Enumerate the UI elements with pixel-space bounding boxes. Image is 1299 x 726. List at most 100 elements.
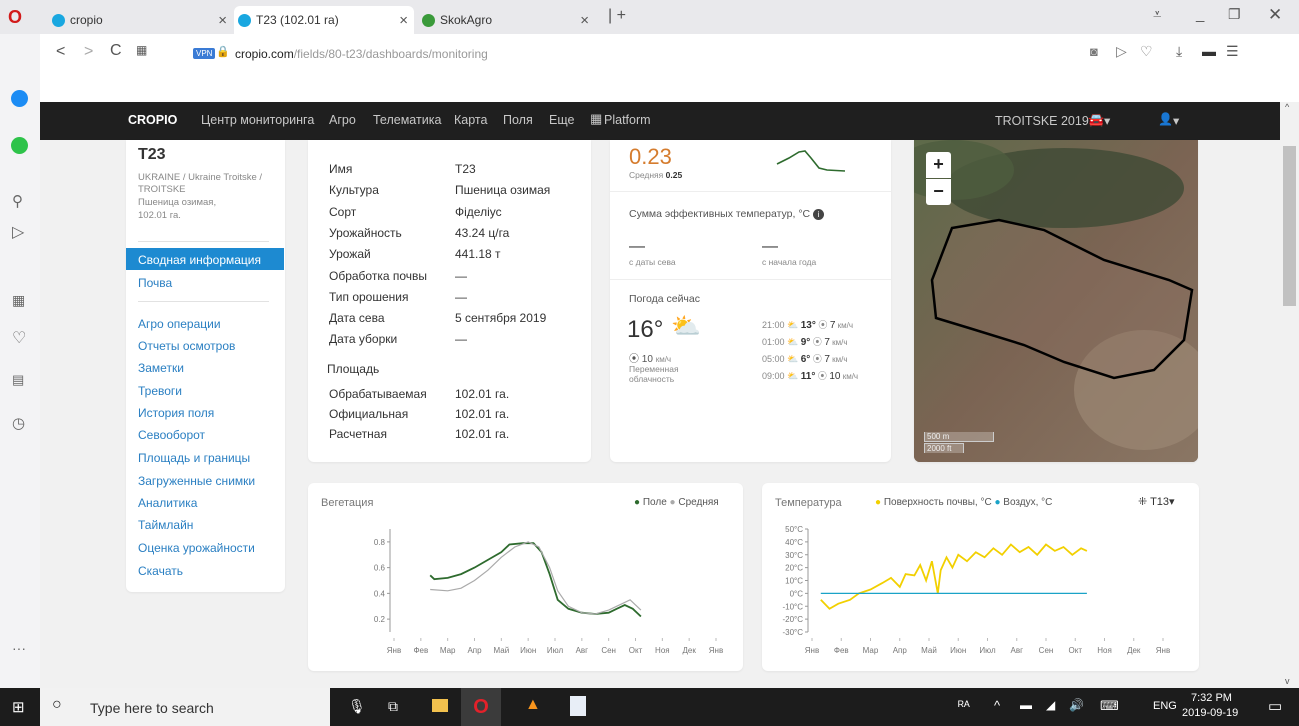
nav-telematics[interactable]: Телематика bbox=[373, 113, 441, 127]
speed-dial-icon[interactable]: ▦ bbox=[12, 292, 25, 309]
tray-chevron-icon[interactable]: ^ bbox=[994, 698, 1000, 713]
menu-timeline[interactable]: Таймлайн bbox=[138, 518, 193, 532]
menu-soil[interactable]: Почва bbox=[138, 276, 172, 290]
nav-more[interactable]: Еще bbox=[549, 113, 574, 127]
nav-agro[interactable]: Агро bbox=[329, 113, 356, 127]
info-label: Дата уборки bbox=[329, 332, 398, 347]
notifications-icon[interactable]: ▭ bbox=[1268, 697, 1282, 715]
app-icon[interactable] bbox=[570, 696, 586, 716]
car-dropdown[interactable]: ▾ bbox=[1104, 113, 1110, 128]
download-icon[interactable]: ⤓ bbox=[1176, 43, 1182, 60]
app-nav-bar: CROPIO Центр мониторинга Агро Телематика… bbox=[40, 102, 1280, 140]
send-icon[interactable]: ▷ bbox=[12, 222, 24, 242]
close-tab-icon[interactable]: × bbox=[218, 12, 227, 29]
network-icon[interactable]: ◢ bbox=[1046, 698, 1055, 712]
close-tab-icon[interactable]: × bbox=[580, 12, 589, 29]
divider bbox=[610, 279, 891, 280]
field-map[interactable]: + − 500 m 2000 ft bbox=[914, 140, 1198, 462]
platform-grid-icon[interactable]: ▦ bbox=[590, 111, 602, 127]
file-explorer-icon[interactable] bbox=[432, 699, 448, 712]
whatsapp-icon[interactable] bbox=[11, 137, 28, 154]
car-icon[interactable]: 🚘 bbox=[1088, 112, 1104, 128]
season-selector[interactable]: TROITSKE 2019 ▾ bbox=[995, 113, 1099, 128]
menu-download[interactable]: Скачать bbox=[138, 564, 183, 578]
user-dropdown[interactable]: ▾ bbox=[1173, 113, 1179, 128]
news-icon[interactable]: ▤ bbox=[12, 372, 24, 388]
history-icon[interactable]: ◷ bbox=[12, 414, 25, 432]
messenger-icon[interactable] bbox=[11, 90, 28, 107]
send-icon[interactable]: ▷ bbox=[1116, 43, 1127, 60]
search-icon[interactable]: ⚲ bbox=[12, 192, 23, 210]
menu-alerts[interactable]: Тревоги bbox=[138, 384, 182, 398]
ndvi-avg-label: Средняя bbox=[629, 170, 664, 180]
nav-map[interactable]: Карта bbox=[454, 113, 487, 127]
clock-time[interactable]: 7:32 PM bbox=[1191, 692, 1232, 704]
tab-menu-icon[interactable]: ⩡ bbox=[1153, 6, 1161, 23]
scroll-down-icon[interactable]: v bbox=[1285, 676, 1290, 686]
menu-uploaded-images[interactable]: Загруженные снимки bbox=[138, 474, 255, 488]
url-field[interactable]: cropio.com/fields/80-t23/dashboards/moni… bbox=[235, 47, 488, 61]
tab-skokagro[interactable]: SkokAgro × bbox=[422, 6, 597, 34]
cropio-logo[interactable]: CROPIO bbox=[128, 113, 177, 127]
menu-agro-ops[interactable]: Агро операции bbox=[138, 317, 221, 331]
heart-icon[interactable]: ♡ bbox=[1140, 43, 1153, 60]
language-indicator[interactable]: ENG bbox=[1153, 700, 1177, 712]
more-icon[interactable]: ··· bbox=[12, 640, 26, 656]
vpn-badge[interactable]: VPN bbox=[193, 48, 216, 59]
camera-icon[interactable]: ◙ bbox=[1090, 44, 1098, 59]
taskbar-search[interactable]: ○ Type here to search bbox=[40, 688, 330, 726]
new-tab-icon[interactable]: | + bbox=[608, 7, 626, 25]
ndvi-sparkline-line bbox=[776, 150, 846, 172]
nav-fields[interactable]: Поля bbox=[503, 113, 533, 127]
keyboard-icon[interactable]: ⌨ bbox=[1100, 698, 1119, 714]
x-tick-label: Окт bbox=[1069, 646, 1083, 655]
close-window-icon[interactable]: ✕ bbox=[1268, 5, 1282, 25]
menu-field-history[interactable]: История поля bbox=[138, 406, 214, 420]
user-icon[interactable]: 👤 bbox=[1158, 112, 1173, 126]
reload-icon[interactable]: C bbox=[110, 42, 122, 60]
battery-icon[interactable]: ▬ bbox=[1202, 43, 1216, 59]
heart-icon[interactable]: ♡ bbox=[12, 328, 26, 348]
volume-icon[interactable]: 🔊 bbox=[1069, 698, 1084, 712]
speed-dial-icon[interactable]: ▦ bbox=[136, 43, 147, 57]
menu-summary-active[interactable]: Сводная информация bbox=[126, 248, 284, 270]
mic-icon[interactable]: 🎙 bbox=[348, 698, 366, 715]
info-value: T23 bbox=[455, 162, 476, 176]
menu-analytics[interactable]: Аналитика bbox=[138, 496, 197, 510]
info-value: — bbox=[455, 289, 467, 304]
zoom-in-button[interactable]: + bbox=[926, 152, 951, 178]
task-view-icon[interactable]: ⧉ bbox=[388, 698, 398, 715]
legend-air: Воздух, °С bbox=[1003, 497, 1053, 508]
tab-t23[interactable]: T23 (102.01 ra) × bbox=[234, 6, 414, 34]
nav-monitoring[interactable]: Центр мониторинга bbox=[201, 113, 314, 127]
menu-notes[interactable]: Заметки bbox=[138, 361, 184, 375]
info-value: 43.24 ц/га bbox=[455, 225, 510, 240]
station-selector[interactable]: ⁜ T13▾ bbox=[1138, 495, 1175, 508]
windows-start-icon[interactable]: ⊞ bbox=[12, 698, 25, 716]
close-tab-icon[interactable]: × bbox=[399, 12, 408, 29]
clock-date[interactable]: 2019-09-19 bbox=[1182, 707, 1238, 719]
vlc-icon[interactable]: ▲ bbox=[525, 696, 541, 714]
scroll-up-icon[interactable]: ^ bbox=[1285, 102, 1289, 112]
opera-taskbar-icon[interactable]: O bbox=[461, 688, 501, 726]
menu-area-bounds[interactable]: Площадь и границы bbox=[138, 451, 250, 465]
page-scrollbar[interactable]: ^ v bbox=[1280, 102, 1299, 688]
menu-inspections[interactable]: Отчеты осмотров bbox=[138, 339, 235, 353]
minimize-icon[interactable]: _ bbox=[1196, 6, 1204, 23]
scroll-thumb[interactable] bbox=[1283, 146, 1296, 306]
info-icon[interactable]: i bbox=[813, 209, 825, 220]
legend-field-dot: ● bbox=[634, 497, 641, 508]
cortana-icon: ○ bbox=[52, 696, 62, 713]
settings-icon[interactable]: ☰ bbox=[1226, 43, 1239, 60]
maximize-icon[interactable]: ❐ bbox=[1228, 6, 1241, 23]
zoom-out-button[interactable]: − bbox=[926, 179, 951, 205]
forward-icon[interactable]: > bbox=[84, 43, 93, 61]
battery-tray-icon[interactable]: ▬ bbox=[1020, 698, 1032, 712]
menu-crop-rotation[interactable]: Севооборот bbox=[138, 428, 205, 442]
tab-cropio[interactable]: cropio × bbox=[52, 6, 227, 34]
menu-yield-estimate[interactable]: Оценка урожайности bbox=[138, 541, 255, 555]
opera-logo-icon[interactable]: O bbox=[8, 7, 22, 28]
nav-platform[interactable]: Platform bbox=[604, 113, 651, 127]
people-icon[interactable]: ᴿᴬ bbox=[958, 698, 970, 713]
back-icon[interactable]: < bbox=[56, 43, 65, 61]
